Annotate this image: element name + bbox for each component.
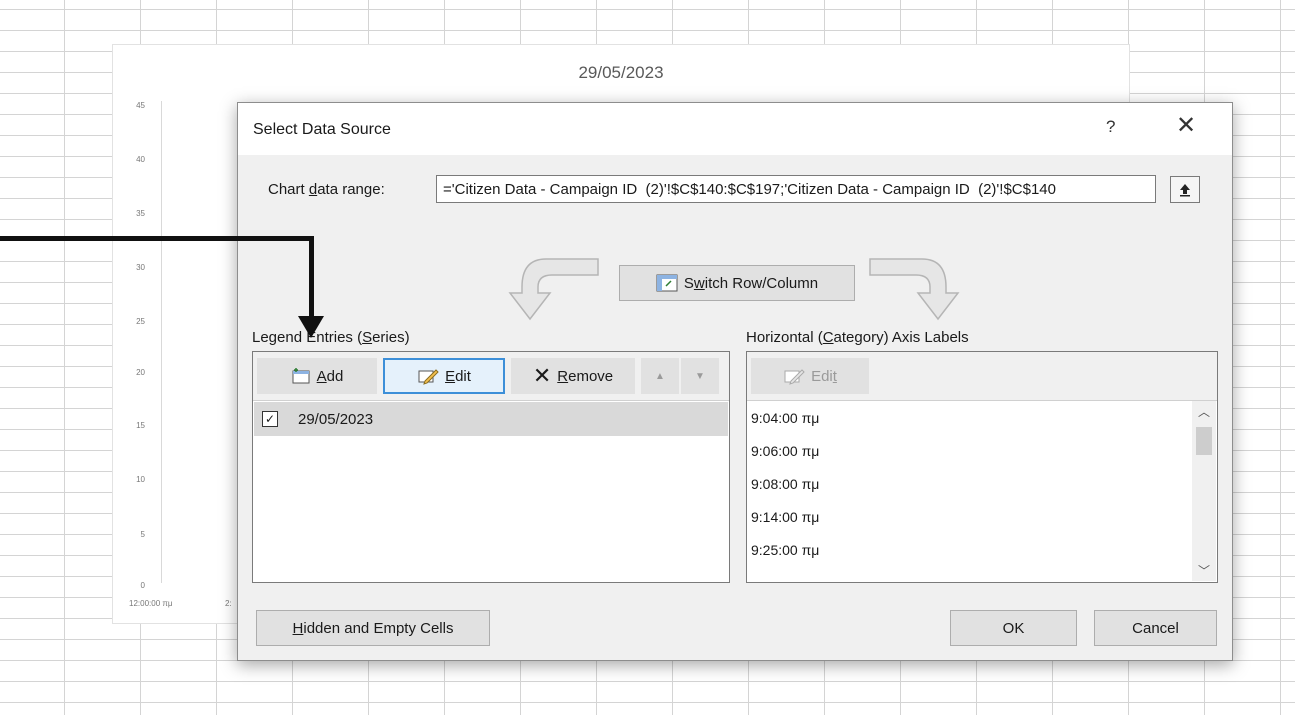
axis-labels-scrollbar[interactable]: ︿ ﹀	[1192, 401, 1216, 581]
axis-label-item[interactable]: 9:14:00 πμ	[751, 509, 819, 525]
series-row[interactable]: ✓ 29/05/2023	[254, 402, 728, 436]
chevron-up-icon: ▲	[655, 370, 665, 382]
curved-arrow-left-icon	[508, 258, 599, 321]
dialog-title-bar: Select Data Source ? ✕	[238, 103, 1232, 155]
y-tick: 40	[136, 155, 145, 164]
dialog-title: Select Data Source	[253, 121, 391, 138]
add-series-button[interactable]: Add	[257, 358, 377, 394]
annotation-arrow-line	[309, 236, 314, 322]
ok-button[interactable]: OK	[950, 610, 1077, 646]
x-tick: 2:	[225, 599, 232, 608]
scrollbar-thumb[interactable]	[1196, 427, 1212, 455]
remove-series-button[interactable]: ✕ Remove	[511, 358, 635, 394]
y-tick: 5	[140, 530, 145, 539]
curved-arrow-right-icon	[869, 258, 960, 321]
add-series-label: Add	[316, 367, 344, 385]
edit-series-button[interactable]: Edit	[383, 358, 505, 394]
edit-axis-labels-button[interactable]: Edit	[751, 358, 869, 394]
move-down-button[interactable]: ▼	[681, 358, 719, 394]
axis-label-item[interactable]: 9:08:00 πμ	[751, 476, 819, 492]
add-series-icon	[292, 368, 310, 384]
series-name: 29/05/2023	[298, 410, 374, 428]
close-button[interactable]: ✕	[1176, 114, 1196, 138]
remove-series-label: Remove	[557, 367, 614, 385]
chart-data-range-input[interactable]	[436, 175, 1156, 203]
edit-series-icon	[418, 369, 439, 385]
select-data-source-dialog: Select Data Source ? ✕ Chart data range:…	[237, 102, 1233, 661]
y-tick: 30	[136, 263, 145, 272]
x-tick: 12:00:00 πμ	[129, 599, 173, 608]
axis-labels-label: Horizontal (Category) Axis Labels	[746, 329, 969, 346]
y-tick: 20	[136, 368, 145, 377]
edit-series-label: Edit	[445, 367, 471, 385]
y-axis-line	[161, 101, 162, 583]
switch-row-column-label: Switch Row/Column	[683, 274, 819, 292]
axis-toolbar: Edit	[747, 352, 1217, 401]
y-tick: 45	[136, 101, 145, 110]
annotation-arrow-head	[298, 316, 324, 338]
legend-toolbar: Add Edit ✕ Remove ▲ ▼	[253, 352, 729, 401]
annotation-arrow-line	[0, 236, 314, 241]
series-checkbox[interactable]: ✓	[262, 411, 278, 427]
y-tick: 10	[136, 475, 145, 484]
cancel-button[interactable]: Cancel	[1094, 610, 1217, 646]
axis-label-item[interactable]: 9:06:00 πμ	[751, 443, 819, 459]
switch-row-column-button[interactable]: Switch Row/Column	[619, 265, 855, 301]
edit-axis-icon	[784, 369, 805, 385]
move-up-button[interactable]: ▲	[641, 358, 679, 394]
upload-arrow-icon	[1180, 183, 1190, 196]
scroll-up-icon[interactable]: ︿	[1192, 403, 1216, 420]
switch-row-column-icon	[656, 274, 678, 292]
chevron-down-icon: ▼	[695, 370, 705, 382]
y-tick: 0	[140, 581, 145, 590]
legend-entries-panel: Add Edit ✕ Remove ▲ ▼ ✓ 29/05/2023	[252, 351, 730, 583]
edit-axis-label: Edit	[811, 367, 837, 385]
help-button[interactable]: ?	[1106, 117, 1115, 137]
y-tick: 25	[136, 317, 145, 326]
y-tick: 35	[136, 209, 145, 218]
chart-title: 29/05/2023	[578, 63, 664, 82]
hidden-empty-cells-button[interactable]: Hidden and Empty Cells	[256, 610, 490, 646]
chart-data-range-label: Chart data range:	[268, 181, 385, 198]
collapse-dialog-button[interactable]	[1170, 176, 1200, 203]
axis-label-item[interactable]: 9:04:00 πμ	[751, 410, 819, 426]
axis-label-item[interactable]: 9:25:00 πμ	[751, 542, 819, 558]
scroll-down-icon[interactable]: ﹀	[1192, 562, 1216, 579]
legend-entries-label: Legend Entries (Series)	[252, 329, 410, 346]
y-tick: 15	[136, 421, 145, 430]
remove-icon: ✕	[532, 363, 552, 388]
axis-labels-panel: Edit 9:04:00 πμ 9:06:00 πμ 9:08:00 πμ 9:…	[746, 351, 1218, 583]
